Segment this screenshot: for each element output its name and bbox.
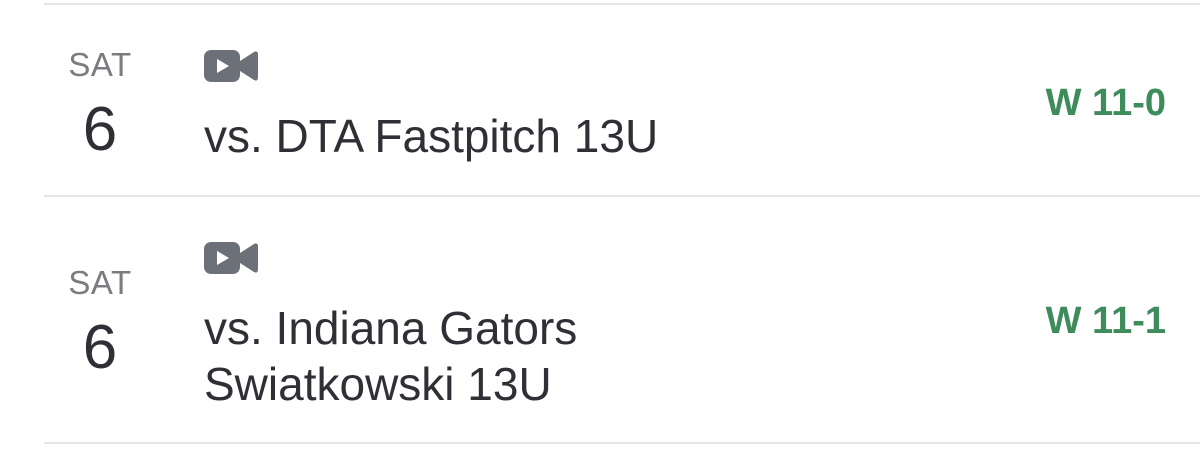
game-result: W 11-0 xyxy=(1045,82,1166,124)
game-day-number: 6 xyxy=(82,95,118,164)
video-camera-icon xyxy=(204,242,258,274)
game-opponent-line: vs. Indiana Gators xyxy=(204,302,578,354)
game-day-of-week: SAT xyxy=(68,264,132,301)
game-opponent: vs. Indiana Gators Swiatkowski 13U xyxy=(204,300,904,412)
video-camera-icon xyxy=(204,50,258,82)
game-day-number: 6 xyxy=(82,313,118,382)
game-row[interactable]: SAT 6 vs. Indiana Gators Swiatkowski 13U… xyxy=(0,196,1200,444)
game-row[interactable]: SAT 6 vs. DTA Fastpitch 13U W 11-0 xyxy=(0,0,1200,196)
game-day-of-week: SAT xyxy=(68,46,132,83)
game-opponent-line: Swiatkowski 13U xyxy=(204,358,552,410)
game-opponent: vs. DTA Fastpitch 13U xyxy=(204,108,904,164)
row-divider xyxy=(44,442,1200,444)
game-opponent-line: vs. DTA Fastpitch 13U xyxy=(204,110,659,162)
game-result: W 11-1 xyxy=(1045,300,1166,342)
